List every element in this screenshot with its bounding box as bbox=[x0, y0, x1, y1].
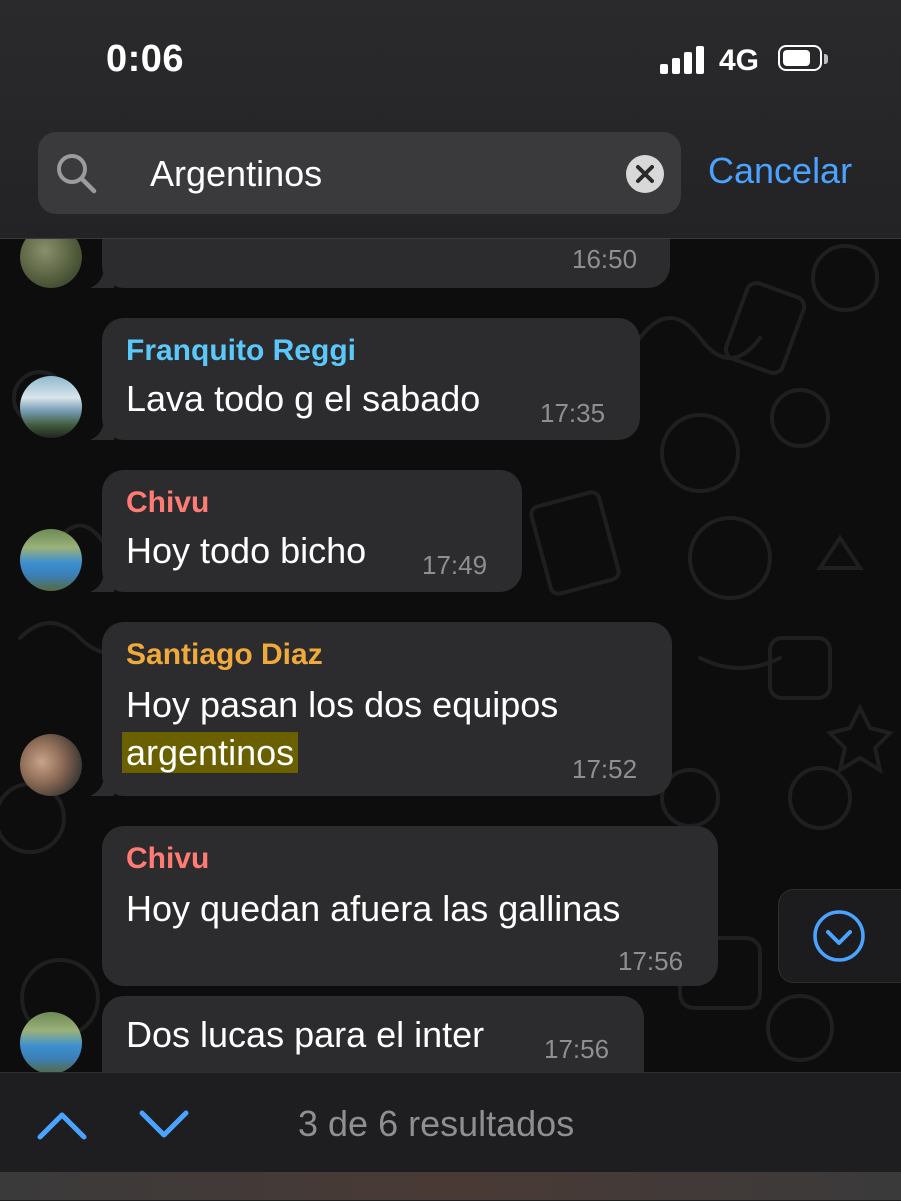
message-bubble[interactable]: Chivu Hoy quedan afuera las gallinas 17:… bbox=[102, 826, 718, 986]
message-bubble[interactable]: 16:50 bbox=[90, 238, 670, 288]
bubble-tail bbox=[90, 774, 114, 796]
message-text: Hoy todo bicho bbox=[126, 530, 367, 571]
sender-name[interactable]: Franquito Reggi bbox=[126, 334, 356, 368]
top-bar: 0:06 4G Cancelar bbox=[0, 0, 901, 239]
message-time: 16:50 bbox=[572, 244, 638, 274]
scroll-down-button[interactable] bbox=[778, 889, 901, 983]
chevron-up-icon bbox=[37, 1112, 87, 1140]
sender-name[interactable]: Santiago Diaz bbox=[126, 638, 323, 672]
chat-area[interactable]: 16:50 Franquito Reggi Lava todo g el sab… bbox=[0, 238, 901, 1072]
network-label: 4G bbox=[719, 44, 760, 77]
message-time: 17:56 bbox=[544, 1034, 610, 1064]
battery-icon bbox=[778, 45, 828, 73]
results-count: 3 de 6 resultados bbox=[298, 1103, 575, 1144]
message-text: Dos lucas para el inter bbox=[126, 1014, 485, 1055]
message-bubble[interactable]: Franquito Reggi Lava todo g el sabado 17… bbox=[90, 318, 640, 440]
avatar[interactable] bbox=[20, 734, 82, 796]
next-result-button[interactable] bbox=[138, 1105, 190, 1145]
message-text: Hoy pasan los dos equipos bbox=[126, 684, 559, 725]
avatar[interactable] bbox=[20, 529, 82, 591]
sender-name[interactable]: Chivu bbox=[126, 842, 209, 876]
home-indicator-area bbox=[0, 1172, 901, 1200]
message-text: Hoy quedan afuera las gallinas bbox=[126, 888, 621, 929]
message-bubble[interactable]: Dos lucas para el inter 17:56 bbox=[102, 996, 644, 1072]
avatar[interactable] bbox=[20, 376, 82, 438]
status-time: 0:06 bbox=[106, 38, 185, 80]
message-time: 17:52 bbox=[572, 754, 638, 784]
message-time: 17:56 bbox=[618, 946, 684, 976]
scroll-down-icon bbox=[813, 910, 865, 962]
message-text: Lava todo g el sabado bbox=[126, 378, 481, 419]
search-bar[interactable] bbox=[38, 132, 681, 216]
message-bubble[interactable]: Santiago Diaz Hoy pasan los dos equipos … bbox=[90, 622, 672, 796]
signal-icon bbox=[660, 46, 704, 74]
clear-icon bbox=[636, 165, 654, 183]
previous-result-button[interactable] bbox=[36, 1105, 88, 1145]
message-bubble[interactable]: Chivu Hoy todo bicho 17:49 bbox=[90, 470, 522, 592]
bubble-tail bbox=[90, 570, 114, 592]
chevron-down-icon bbox=[139, 1110, 189, 1138]
message-time: 17:49 bbox=[422, 550, 488, 580]
bubble-tail bbox=[90, 418, 114, 440]
search-input[interactable] bbox=[148, 132, 652, 216]
clear-search-button[interactable] bbox=[626, 155, 664, 193]
avatar[interactable] bbox=[20, 1012, 82, 1072]
message-time: 17:35 bbox=[540, 398, 606, 428]
message-text-highlight: argentinos bbox=[122, 732, 299, 774]
search-match-highlight: argentinos bbox=[122, 732, 299, 773]
search-icon bbox=[57, 154, 97, 194]
sender-name[interactable]: Chivu bbox=[126, 486, 209, 520]
bubble-tail bbox=[90, 266, 114, 288]
cancel-button[interactable]: Cancelar bbox=[708, 150, 852, 192]
